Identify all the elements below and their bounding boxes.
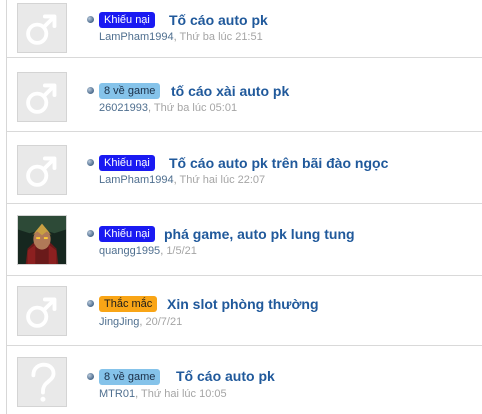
meta-separator: , xyxy=(160,245,164,257)
thread-list: Khiếu nại Tố cáo auto pk LamPham1994, Th… xyxy=(6,0,482,414)
avatar[interactable] xyxy=(17,145,67,195)
thread-meta: LamPham1994, Thứ hai lúc 22:07 xyxy=(99,174,265,187)
meta-separator: , xyxy=(173,31,177,43)
status-bullet-icon xyxy=(87,300,94,307)
thread-prefix[interactable]: 8 về game xyxy=(99,369,161,385)
avatar[interactable] xyxy=(17,215,67,265)
status-bullet-icon xyxy=(87,87,94,94)
thread-title[interactable]: tố cáo xài auto pk xyxy=(171,82,289,100)
meta-separator: , xyxy=(135,388,139,400)
thread-author[interactable]: JingJing xyxy=(99,316,139,328)
thread-meta: 26021993, Thứ ba lúc 05:01 xyxy=(99,102,237,115)
thread-title[interactable]: phá game, auto pk lung tung xyxy=(164,225,355,243)
status-bullet-icon xyxy=(87,159,94,166)
thread-row: Khiếu nại Tố cáo auto pk trên bãi đào ng… xyxy=(7,132,482,204)
thread-time[interactable]: 1/5/21 xyxy=(166,245,197,257)
thread-title[interactable]: Tố cáo auto pk trên bãi đào ngọc xyxy=(169,154,388,172)
thread-time[interactable]: Thứ hai lúc 10:05 xyxy=(141,388,227,400)
thread-title[interactable]: Xin slot phòng thường xyxy=(167,295,319,313)
thread-row: Khiếu nại phá game, auto pk lung tung qu… xyxy=(7,204,482,276)
question-mark-icon xyxy=(18,358,66,406)
male-symbol-icon xyxy=(18,4,66,52)
meta-separator: , xyxy=(139,316,143,328)
male-symbol-icon xyxy=(18,146,66,194)
thread-row: 8 về game tố cáo xài auto pk 26021993, T… xyxy=(7,58,482,132)
thread-prefix[interactable]: Khiếu nại xyxy=(99,12,155,28)
thread-author[interactable]: LamPham1994 xyxy=(99,31,174,43)
thread-author[interactable]: quangg1995 xyxy=(99,245,160,257)
status-bullet-icon xyxy=(87,373,94,380)
thread-meta: JingJing, 20/7/21 xyxy=(99,316,182,329)
thread-row: 8 về game Tố cáo auto pk MTR01, Thứ hai … xyxy=(7,346,482,414)
avatar[interactable] xyxy=(17,286,67,336)
thread-title[interactable]: Tố cáo auto pk xyxy=(169,11,268,29)
thread-prefix[interactable]: 8 về game xyxy=(99,83,161,99)
thread-time[interactable]: Thứ ba lúc 21:51 xyxy=(180,31,263,43)
meta-separator: , xyxy=(173,174,177,186)
thread-time[interactable]: Thứ ba lúc 05:01 xyxy=(154,102,237,114)
thread-prefix[interactable]: Khiếu nại xyxy=(99,155,155,171)
thread-author[interactable]: LamPham1994 xyxy=(99,174,174,186)
male-symbol-icon xyxy=(18,287,66,335)
thread-time[interactable]: 20/7/21 xyxy=(145,316,182,328)
thread-row: Thắc mắc Xin slot phòng thường JingJing,… xyxy=(7,276,482,346)
thread-author[interactable]: 26021993 xyxy=(99,102,148,114)
thread-title[interactable]: Tố cáo auto pk xyxy=(176,367,275,385)
thread-meta: quangg1995, 1/5/21 xyxy=(99,245,197,258)
thread-meta: MTR01, Thứ hai lúc 10:05 xyxy=(99,388,227,401)
thread-time[interactable]: Thứ hai lúc 22:07 xyxy=(180,174,266,186)
status-bullet-icon xyxy=(87,16,94,23)
avatar[interactable] xyxy=(17,357,67,407)
avatar[interactable] xyxy=(17,72,67,122)
thread-prefix[interactable]: Khiếu nại xyxy=(99,226,155,242)
thread-row: Khiếu nại Tố cáo auto pk LamPham1994, Th… xyxy=(7,0,482,58)
avatar[interactable] xyxy=(17,3,67,53)
meta-separator: , xyxy=(147,102,152,114)
thread-meta: LamPham1994, Thứ ba lúc 21:51 xyxy=(99,31,263,44)
user-photo-icon xyxy=(18,216,66,264)
thread-author[interactable]: MTR01 xyxy=(99,388,135,400)
thread-prefix[interactable]: Thắc mắc xyxy=(99,296,158,312)
status-bullet-icon xyxy=(87,230,94,237)
male-symbol-icon xyxy=(18,73,66,121)
